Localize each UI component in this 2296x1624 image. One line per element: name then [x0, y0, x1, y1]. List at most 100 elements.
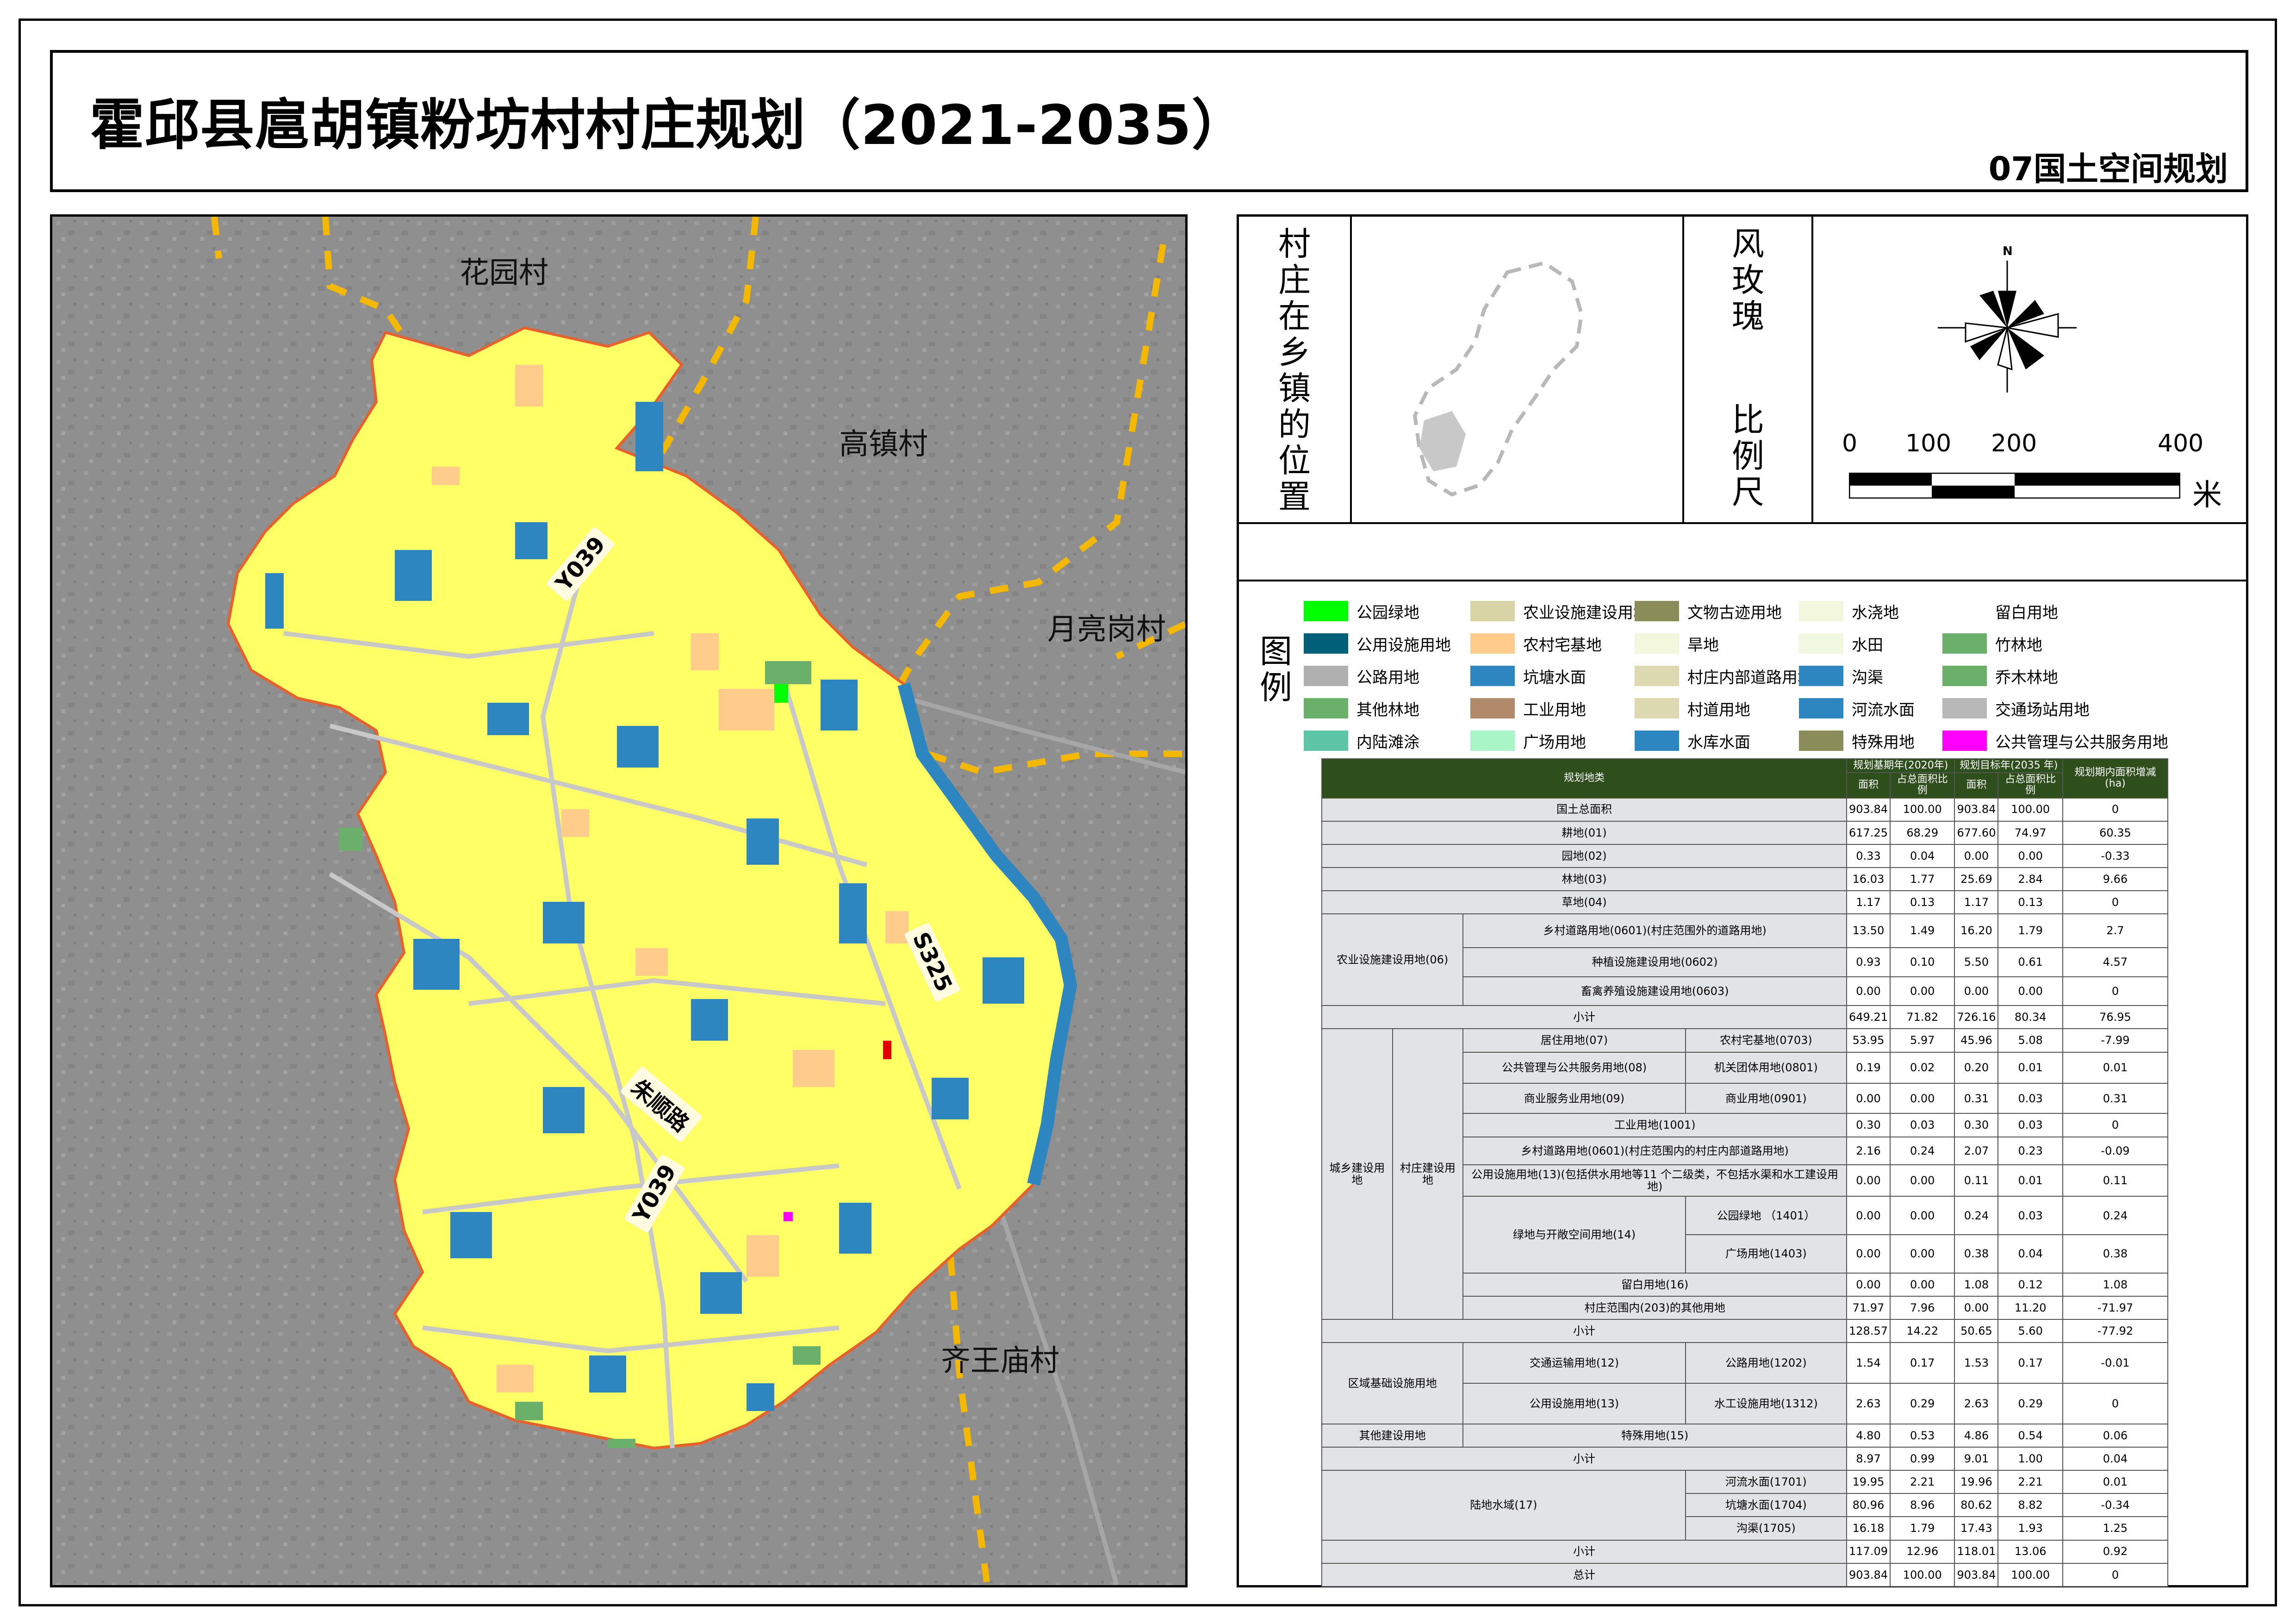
table-cell: 19.95: [1846, 1470, 1891, 1494]
table-cell: 13.50: [1846, 913, 1891, 948]
table-cell: 2.07: [1954, 1136, 1999, 1165]
table-cell: 0.23: [1997, 1136, 2063, 1165]
legend-swatch: [1470, 633, 1515, 654]
legend-label: 公共管理与公共服务用地: [1995, 733, 2168, 752]
legend-item: 交通场站用地: [1942, 698, 2090, 719]
table-cell: 小计: [1321, 1319, 1848, 1343]
legend-label: 水库水面: [1687, 733, 1750, 752]
table-cell: 0: [2062, 797, 2169, 822]
table-cell: 0.00: [1954, 1296, 1999, 1320]
table-cell: 2.21: [1889, 1470, 1955, 1494]
table-cell: 沟渠(1705): [1685, 1516, 1848, 1541]
table-cell: 0: [2062, 1113, 2169, 1137]
table-cell: 0.11: [1954, 1164, 1999, 1197]
table-cell: 耕地(01): [1321, 820, 1848, 845]
table-cell: 0.31: [1954, 1083, 1999, 1114]
legend-label: 工业用地: [1523, 700, 1586, 719]
table-cell: 100.00: [1889, 797, 1955, 822]
table-cell: 林地(03): [1321, 867, 1848, 892]
table-cell: 0.29: [1889, 1383, 1955, 1424]
legend-item: 坑塘水面: [1470, 666, 1586, 687]
legend-swatch: [1470, 698, 1515, 718]
panel-divider: [1239, 580, 2246, 581]
legend-label: 留白用地: [1995, 603, 2058, 622]
map-title: 霍邱县扈胡镇粉坊村村庄规划（2021-2035）: [90, 93, 1247, 157]
village-label-qiwang: 齐王庙村: [941, 1344, 1059, 1378]
table-cell: 草地(04): [1321, 890, 1848, 915]
table-cell: 0.30: [1954, 1113, 1999, 1137]
legend-swatch: [1799, 698, 1843, 718]
table-cell: 0.00: [1846, 1164, 1891, 1197]
table-cell: 0.38: [2062, 1234, 2169, 1274]
table-cell: 1.17: [1954, 890, 1999, 915]
legend-item: 公共管理与公共服务用地: [1942, 731, 2168, 752]
table-cell: 1.79: [1889, 1516, 1955, 1541]
table-cell: 1.77: [1889, 867, 1955, 892]
table-cell: 17.43: [1954, 1516, 1999, 1541]
table-cell: 0.13: [1889, 890, 1955, 915]
table-cell: 区域基础设施用地: [1321, 1342, 1464, 1424]
table-cell: 1.17: [1846, 890, 1891, 915]
legend-swatch: [1470, 601, 1515, 621]
table-cell: 100.00: [1997, 797, 2063, 822]
legend-swatch: [1942, 633, 1987, 654]
table-cell: 0.00: [1889, 1234, 1955, 1274]
table-cell: 0.00: [1846, 1234, 1891, 1274]
table-cell: 128.57: [1846, 1319, 1891, 1343]
table-row: 国土总面积 903.84 100.00 903.84 100.00 0: [1321, 797, 2169, 822]
table-cell: 100.00: [1997, 1562, 2063, 1587]
legend-swatch: [1470, 666, 1515, 686]
park-green-patch: [774, 684, 788, 703]
legend-item: 村道用地: [1635, 698, 1750, 719]
north-label: N: [2003, 244, 2013, 258]
table-cell: 坑塘水面(1704): [1685, 1493, 1848, 1518]
table-cell: 677.60: [1954, 820, 1999, 845]
table-cell: 117.09: [1846, 1539, 1891, 1564]
table-cell: 2.7: [2062, 913, 2169, 948]
table-cell: 649.21: [1846, 1005, 1891, 1030]
table-cell: 0.31: [2062, 1083, 2169, 1114]
table-cell: 水工设施用地(1312): [1685, 1383, 1848, 1424]
legend-label: 广场用地: [1523, 733, 1586, 752]
table-cell: 0.24: [2062, 1196, 2169, 1236]
table-cell: 居住用地(07): [1462, 1028, 1686, 1053]
table-cell: 公用设施用地(13): [1462, 1383, 1686, 1424]
table-cell: 城乡建设用地: [1321, 1028, 1393, 1320]
table-row: 其他建设用地 特殊用地(15) 4.80 0.53 4.86 0.54 0.06: [1321, 1423, 2169, 1448]
table-cell: 25.69: [1954, 867, 1999, 892]
table-cell: 5.08: [1997, 1028, 2063, 1053]
table-cell: 0.04: [2062, 1446, 2169, 1471]
table-cell: 1.53: [1954, 1342, 1999, 1384]
table-cell: 0.33: [1846, 843, 1891, 868]
panel-divider: [1682, 217, 1684, 522]
table-cell: 9.01: [1954, 1446, 1999, 1471]
table-cell: 0.01: [1997, 1051, 2063, 1084]
village-label-yueliang: 月亮岗村: [1047, 612, 1166, 647]
scale-tick-200: 200: [1991, 430, 2037, 457]
table-cell: 0.53: [1889, 1423, 1955, 1448]
table-header-area: 面积: [1846, 772, 1891, 799]
table-cell: 45.96: [1954, 1028, 1999, 1053]
legend-label: 旱地: [1687, 636, 1719, 655]
wind-rose-icon: [1938, 261, 2077, 393]
table-cell: 0.00: [1889, 1272, 1955, 1297]
legend-swatch: [1942, 731, 1987, 751]
table-cell: 0.92: [2062, 1539, 2169, 1564]
main-map[interactable]: 花园村 高镇村 月亮岗村 齐王庙村 Y039 Y039 S325 朱顺路: [50, 214, 1188, 1587]
table-cell: 0.54: [1997, 1423, 2063, 1448]
legend-label: 水田: [1852, 636, 1883, 655]
legend-label: 公用设施用地: [1356, 636, 1451, 655]
special-use-patch: [883, 1041, 891, 1059]
table-cell: 0.04: [1997, 1234, 2063, 1274]
table-cell: 机关团体用地(0801): [1685, 1051, 1848, 1084]
table-cell: 公路用地(1202): [1685, 1342, 1848, 1384]
table-cell: 80.62: [1954, 1493, 1999, 1518]
table-cell: 8.96: [1889, 1493, 1955, 1518]
table-cell: 广场用地(1403): [1685, 1234, 1848, 1274]
table-cell: 公园绿地 （1401）: [1685, 1196, 1848, 1236]
scale-bar: [1849, 473, 2180, 499]
legend-item: 村庄内部道路用地: [1635, 666, 1813, 687]
table-cell: 0.17: [1997, 1342, 2063, 1384]
table-cell: 1.08: [1954, 1272, 1999, 1297]
legend-item: 农村宅基地: [1470, 633, 1602, 655]
